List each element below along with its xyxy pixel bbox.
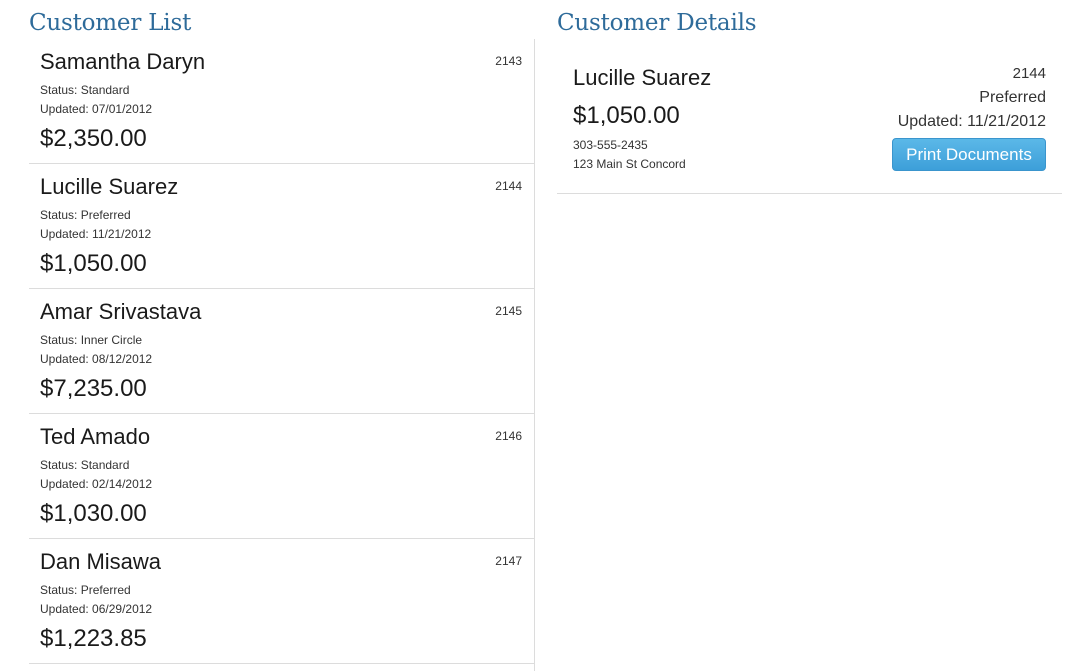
customer-id: 2147 xyxy=(495,554,522,568)
details-amount: $1,050.00 xyxy=(573,102,680,129)
customer-status: Status: Inner Circle xyxy=(40,333,143,347)
customer-id: 2145 xyxy=(495,304,522,318)
customer-name: Samantha Daryn xyxy=(40,49,206,74)
customer-status: Status: Standard xyxy=(40,83,130,97)
customer-status: Status: Standard xyxy=(40,458,130,472)
customer-id: 2144 xyxy=(495,179,522,193)
customer-status: Status: Preferred xyxy=(40,583,131,597)
customer-name: Ted Amado xyxy=(40,424,151,449)
details-phone: 303-555-2435 xyxy=(573,138,648,152)
customer-list-item[interactable]: Samantha Daryn 2143 Status: Standard Upd… xyxy=(29,39,534,164)
customer-amount: $7,235.00 xyxy=(40,375,147,402)
customer-details-card: Lucille Suarez $1,050.00 303-555-2435 12… xyxy=(557,51,1062,194)
details-address: 123 Main St Concord xyxy=(573,157,686,171)
customer-list-item[interactable]: Lucille Suarez 2144 Status: Preferred Up… xyxy=(29,164,534,289)
details-status: Preferred xyxy=(979,89,1046,106)
customer-updated: Updated: 08/12/2012 xyxy=(40,352,153,366)
details-customer-name: Lucille Suarez xyxy=(573,65,712,90)
customer-status: Status: Preferred xyxy=(40,208,131,222)
customer-list: Samantha Daryn 2143 Status: Standard Upd… xyxy=(29,39,535,671)
customer-amount: $1,050.00 xyxy=(40,250,147,277)
customer-amount: $1,223.85 xyxy=(40,625,147,652)
customer-amount: $1,030.00 xyxy=(40,500,147,527)
customer-id: 2143 xyxy=(495,54,522,68)
customer-updated: Updated: 07/01/2012 xyxy=(40,102,153,116)
details-updated: Updated: 11/21/2012 xyxy=(897,113,1046,130)
customer-details-title: Customer Details xyxy=(557,10,757,36)
customer-updated: Updated: 06/29/2012 xyxy=(40,602,153,616)
print-documents-button[interactable]: Print Documents xyxy=(892,138,1046,171)
customer-updated: Updated: 02/14/2012 xyxy=(40,477,153,491)
customer-list-item[interactable]: Ted Amado 2146 Status: Standard Updated:… xyxy=(29,414,534,539)
customer-updated: Updated: 11/21/2012 xyxy=(40,227,152,241)
customer-list-item[interactable]: Dan Misawa 2147 Status: Preferred Update… xyxy=(29,539,534,664)
customer-name: Amar Srivastava xyxy=(40,299,202,324)
details-customer-id: 2144 xyxy=(1012,65,1046,82)
customer-name: Lucille Suarez xyxy=(40,174,179,199)
customer-id: 2146 xyxy=(495,429,522,443)
customer-list-title: Customer List xyxy=(29,10,192,36)
customer-list-item[interactable]: Amar Srivastava 2145 Status: Inner Circl… xyxy=(29,289,534,414)
customer-name: Dan Misawa xyxy=(40,549,162,574)
customer-amount: $2,350.00 xyxy=(40,125,147,152)
